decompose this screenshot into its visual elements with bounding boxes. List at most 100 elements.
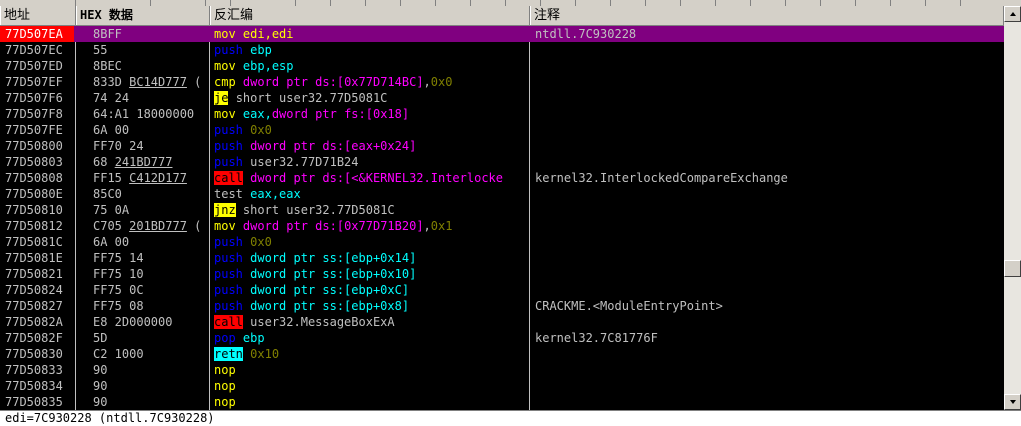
row-hex: E8 2D000000 [93, 315, 173, 329]
operand: ebp [242, 331, 265, 345]
row-address: 77D50803 [5, 155, 63, 169]
instruction-row[interactable]: 77D5081E FF75 14 push dword ptr ss:[ebp+0x… [0, 250, 1004, 266]
operand: 0x0 [250, 123, 272, 137]
mnemonic: retn [214, 347, 243, 361]
operand: dword ptr ss:[ebp+0x10] [250, 267, 417, 281]
row-hex: 90 [93, 363, 108, 377]
row-disassembly: nop [210, 378, 528, 394]
instruction-row[interactable]: 77D50808 FF15 C412D177 call dword ptr ds:[… [0, 170, 1004, 186]
row-disassembly: mov ebp,esp [210, 58, 528, 74]
instruction-row[interactable]: 77D507ED 8BEC mov ebp,esp [0, 58, 1004, 74]
instruction-row[interactable]: 77D50812 C705 201BD777 (mov dword ptr ds:… [0, 218, 1004, 234]
row-hex: 68 241BD777 [93, 155, 173, 169]
operand: ebp [250, 43, 272, 57]
scroll-up-button[interactable] [1004, 6, 1021, 22]
operand: short user32.77D5081C [242, 203, 395, 217]
row-address: 77D50812 [5, 219, 63, 233]
row-hex: FF75 10 [93, 267, 144, 281]
row-hex: FF15 C412D177 [93, 171, 187, 185]
row-comment [530, 346, 1004, 362]
instruction-row[interactable]: 77D5081C 6A 00 push 0x0 [0, 234, 1004, 250]
instruction-row[interactable]: 77D50833 90 nop [0, 362, 1004, 378]
row-comment [530, 138, 1004, 154]
column-header: 地址 HEX 数据 反汇编 注释 [0, 6, 1004, 26]
scroll-thumb[interactable] [1004, 260, 1021, 277]
header-comment[interactable]: 注释 [530, 6, 1004, 25]
operand: ebp,esp [242, 59, 294, 73]
operand [236, 27, 243, 41]
row-address: 77D507EC [5, 43, 63, 57]
mnemonic: mov [214, 219, 236, 233]
instruction-row[interactable]: 77D50821 FF75 10 push dword ptr ss:[ebp+0x… [0, 266, 1004, 282]
row-address: 77D5080E [5, 187, 63, 201]
operand: 0x1 [430, 219, 453, 233]
mnemonic: push [214, 283, 243, 297]
row-disassembly: push 0x0 [210, 122, 528, 138]
instruction-row[interactable]: 77D50803 68 241BD777 push user32.77D71B24 [0, 154, 1004, 170]
row-address: 77D50824 [5, 283, 63, 297]
operand: , [423, 219, 431, 233]
header-address[interactable]: 地址 [0, 6, 76, 25]
instruction-row[interactable]: 77D50834 90 nop [0, 378, 1004, 394]
operand: 0x10 [250, 347, 280, 361]
mnemonic: push [214, 267, 243, 281]
operand: short user32.77D5081C [235, 91, 388, 105]
row-comment [530, 122, 1004, 138]
mnemonic: nop [214, 363, 236, 377]
row-address: 77D507F8 [5, 107, 63, 121]
instruction-row[interactable]: 77D50810 75 0A jnz short user32.77D5081C [0, 202, 1004, 218]
mnemonic: mov [214, 27, 236, 41]
instruction-row[interactable]: 77D50830 C2 1000 retn 0x10 [0, 346, 1004, 362]
instruction-row[interactable]: 77D507EC 55 push ebp [0, 42, 1004, 58]
row-address: 77D50808 [5, 171, 63, 185]
row-comment [530, 202, 1004, 218]
instruction-row[interactable]: 77D507F6 74 24 je short user32.77D5081C [0, 90, 1004, 106]
row-hex: 75 0A [93, 203, 130, 217]
row-disassembly: je short user32.77D5081C [210, 90, 528, 106]
instruction-row[interactable]: 77D5082F 5D pop ebp kernel32.7C81776F [0, 330, 1004, 346]
row-comment [530, 314, 1004, 330]
instruction-row[interactable]: 77D50835 90 nop [0, 394, 1004, 410]
operand [236, 203, 243, 217]
row-hex: FF75 0C [93, 283, 144, 297]
instruction-row[interactable]: 77D507EF 833D BC14D777 (cmp dword ptr ds:… [0, 74, 1004, 90]
instruction-row[interactable]: 77D50827 FF75 08 push dword ptr ss:[ebp+0x… [0, 298, 1004, 314]
row-address: 77D507ED [5, 59, 63, 73]
row-comment [530, 362, 1004, 378]
row-address: 77D5081E [5, 251, 63, 265]
row-hex: 85C0 [93, 187, 122, 201]
mnemonic: nop [214, 379, 236, 393]
instruction-row[interactable]: 77D5082A E8 2D000000 call user32.MessageBo… [0, 314, 1004, 330]
row-hex: 55 [93, 43, 108, 57]
row-comment [530, 394, 1004, 410]
row-hex: 8BEC [93, 59, 122, 73]
row-disassembly: push ebp [210, 42, 528, 58]
instruction-row[interactable]: 77D507EA 8BFF mov edi,edi ntdll.7C930228 [0, 26, 1004, 42]
instruction-row[interactable]: 77D5080E 85C0 test eax,eax [0, 186, 1004, 202]
row-disassembly: push dword ptr ss:[ebp+0xC] [210, 282, 528, 298]
instruction-row[interactable]: 77D507F8 64:A1 18000000 mov eax,dword ptr … [0, 106, 1004, 122]
operand: dword ptr ds:[0x77D714BC] [242, 75, 424, 89]
mnemonic: cmp [214, 75, 236, 89]
operand: dword ptr ss:[ebp+0xC] [250, 283, 410, 297]
row-disassembly: push dword ptr ds:[eax+0x24] [210, 138, 528, 154]
row-comment: ntdll.7C930228 [535, 27, 637, 41]
disassembly-grid[interactable]: 77D507EA 8BFF mov edi,edi ntdll.7C930228 77D… [0, 26, 1004, 410]
mnemonic: nop [214, 395, 236, 409]
instruction-row[interactable]: 77D50800 FF70 24 push dword ptr ds:[eax+0x… [0, 138, 1004, 154]
instruction-row[interactable]: 77D507FE 6A 00 push 0x0 [0, 122, 1004, 138]
header-disasm[interactable]: 反汇编 [210, 6, 530, 25]
row-comment [530, 186, 1004, 202]
row-hex: 5D [93, 331, 108, 345]
vertical-scrollbar[interactable] [1004, 6, 1021, 410]
row-comment: CRACKME.<ModuleEntryPoint> [535, 299, 723, 313]
row-address: 77D5082F [5, 331, 63, 345]
mnemonic: jnz [214, 203, 236, 217]
instruction-row[interactable]: 77D50824 FF75 0C push dword ptr ss:[ebp+0x… [0, 282, 1004, 298]
scroll-down-button[interactable] [1004, 394, 1021, 410]
mnemonic: push [214, 235, 243, 249]
row-address: 77D50827 [5, 299, 63, 313]
row-disassembly: nop [210, 362, 528, 378]
header-hex[interactable]: HEX 数据 [76, 6, 210, 25]
row-comment [530, 266, 1004, 282]
